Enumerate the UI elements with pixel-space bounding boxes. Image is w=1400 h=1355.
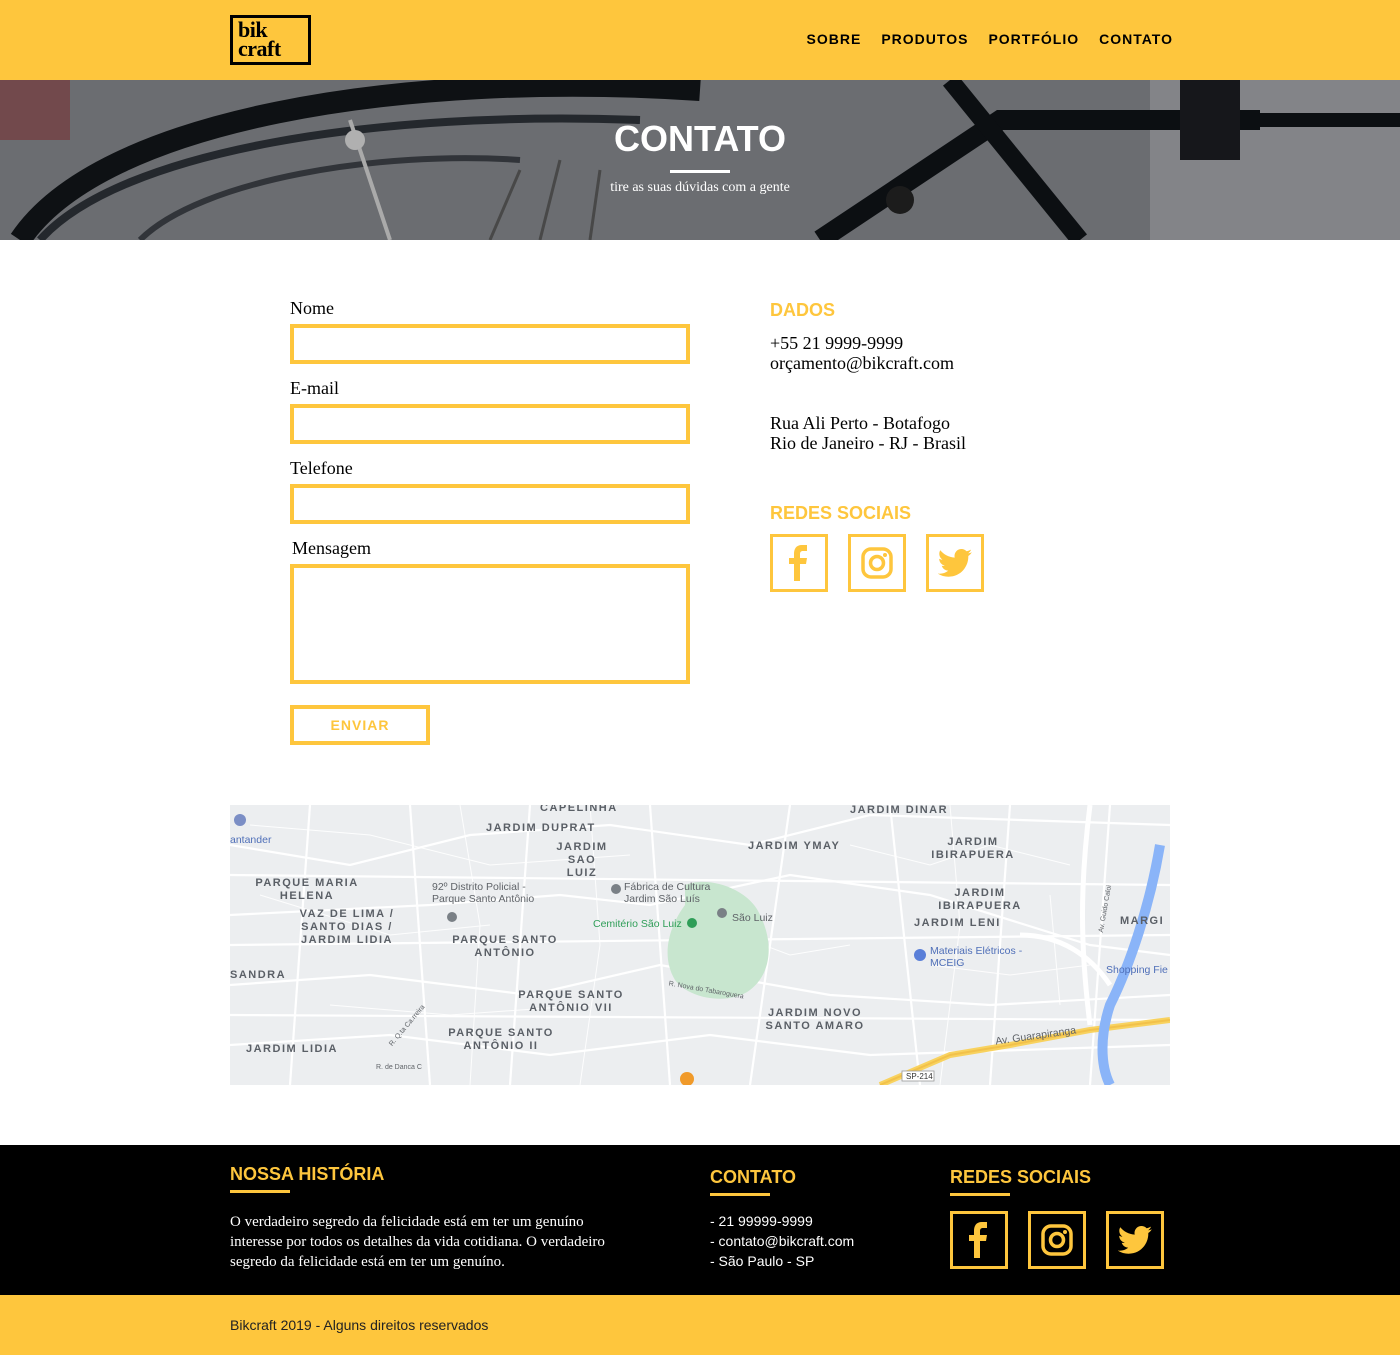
map-label-margi: MARGI [1120,915,1165,927]
map-label-capelinha: CAPELINHA [540,805,618,814]
footer-contact-divider [710,1193,770,1196]
instagram-icon [861,547,893,579]
footer-instagram-link[interactable] [1028,1211,1086,1269]
copyright-bar: Bikcraft 2019 - Alguns direitos reservad… [0,1295,1400,1355]
map-poi-shopping: Shopping Fie [1106,964,1168,976]
map-label-jardim-duprat: JARDIM DUPRAT [486,822,596,834]
social-links [770,534,1170,592]
map-label-jardim-sao-luiz: JARDIM SAO LUIZ [556,841,608,879]
social-title: REDES SOCIAIS [770,503,912,523]
map-label-parque-santo-antonio-vii: PARQUE SANTO ANTÔNIO VII [518,989,624,1014]
nav-portfolio[interactable]: PORTFÓLIO [988,31,1079,47]
instagram-icon [1041,1224,1073,1256]
map-label-jardim-ymay: JARDIM YMAY [748,840,841,852]
footer-history-divider [230,1190,290,1193]
name-label: Nome [290,298,334,318]
facebook-icon [969,1222,987,1258]
map-label-jardim-ibirapuera-2: JARDIM IBIRAPUERA [938,887,1022,912]
page-subtitle: tire as suas dúvidas com a gente [610,180,790,195]
map-label-parque-maria-helena: PARQUE MARIA HELENA [255,877,359,902]
email-field[interactable] [290,404,690,444]
instagram-link[interactable] [848,534,906,592]
map-label-jardim-ibirapuera: JARDIM IBIRAPUERA [931,836,1015,861]
contact-form: Nome E-mail Telefone Mensagem ENVIAR [290,298,690,745]
copyright-text: Bikcraft 2019 - Alguns direitos reservad… [230,1317,489,1333]
footer-contact-list: - 21 99999-9999 - contato@bikcraft.com -… [710,1211,854,1271]
map-poi-distrito-policial: 92º Distrito Policial - Parque Santo Ant… [432,881,535,905]
footer-contact-title: CONTATO [710,1167,796,1187]
footer-history-title: NOSSA HISTÓRIA [230,1164,385,1184]
page-title: CONTATO [614,118,786,159]
map-label-parque-santo-antonio-ii: PARQUE SANTO ANTÔNIO II [448,1027,554,1052]
contact-info: DADOS +55 21 9999-9999 orçamento@bikcraf… [770,300,1170,592]
logo[interactable]: bik craft [230,15,311,65]
facebook-link[interactable] [770,534,828,592]
info-address-line2: Rio de Janeiro - RJ - Brasil [770,433,966,453]
twitter-icon [938,549,972,577]
logo-text-craft: craft [238,36,281,61]
title-divider [670,170,730,173]
send-button[interactable]: ENVIAR [290,705,430,745]
site-header: bik craft SOBRE PRODUTOS PORTFÓLIO CONTA… [0,0,1400,80]
nav-produtos[interactable]: PRODUTOS [881,31,968,47]
info-address-line1: Rua Ali Perto - Botafogo [770,413,950,433]
site-footer: NOSSA HISTÓRIA O verdadeiro segredo da f… [0,1145,1400,1295]
phone-label: Telefone [290,458,353,478]
footer-facebook-link[interactable] [950,1211,1008,1269]
facebook-icon [789,545,807,581]
map-poi-sao-luiz: São Luiz [732,912,773,924]
map-label-jardim-novo-santo-amaro: JARDIM NOVO SANTO AMARO [765,1007,865,1032]
twitter-link[interactable] [926,534,984,592]
dados-title: DADOS [770,300,836,320]
map-label-jardim-lidia: JARDIM LIDIA [246,1043,338,1055]
phone-field[interactable] [290,484,690,524]
footer-contact-phone: - 21 99999-9999 [710,1213,813,1229]
footer-twitter-link[interactable] [1106,1211,1164,1269]
twitter-icon [1118,1226,1152,1254]
info-phone: +55 21 9999-9999 [770,333,904,353]
info-email: orçamento@bikcraft.com [770,353,954,373]
map-label-vaz-de-lima: VAZ DE LIMA / SANTO DIAS / JARDIM LIDIA [299,908,395,946]
footer-history-text: O verdadeiro segredo da felicidade está … [230,1214,605,1270]
footer-social-links [950,1211,1164,1269]
footer-contact-email[interactable]: - contato@bikcraft.com [710,1231,854,1251]
map-label-jardim-leni: JARDIM LENI [914,917,1001,929]
map-label-jardim-dinar: JARDIM DINAR [850,805,949,816]
footer-contact-city: - São Paulo - SP [710,1253,815,1269]
footer-social-divider [950,1193,1010,1196]
footer-social-title: REDES SOCIAIS [950,1167,1092,1187]
nav-sobre[interactable]: SOBRE [807,31,862,47]
name-field[interactable] [290,324,690,364]
location-map[interactable]: CAPELINHA JARDIM DINAR JARDIM DUPRAT JAR… [230,805,1170,1085]
hero-bike-image [0,80,1400,240]
map-label-parque-santo-antonio: PARQUE SANTO ANTÔNIO [452,934,558,959]
map-poi-cemiterio-sao-luiz: Cemitério São Luiz [593,918,682,930]
message-label: Mensagem [292,538,371,558]
hero-banner: CONTATO tire as suas dúvidas com a gente [0,80,1400,240]
map-poi-materiais-eletricos: Materiais Elétricos - MCEIG [930,945,1023,969]
map-poi-fabrica-de-cultura: Fábrica de Cultura Jardim São Luís [624,881,711,905]
email-label: E-mail [290,378,339,398]
map-street-danca: R. de Danca C [376,1064,422,1071]
nav-contato[interactable]: CONTATO [1099,31,1173,47]
map-street-sp214: SP-214 [906,1072,933,1081]
map-poi-santander: antander [230,834,272,846]
message-field[interactable] [290,564,690,684]
main-nav: SOBRE PRODUTOS PORTFÓLIO CONTATO [807,31,1173,47]
map-label-sandra: SANDRA [230,969,287,981]
